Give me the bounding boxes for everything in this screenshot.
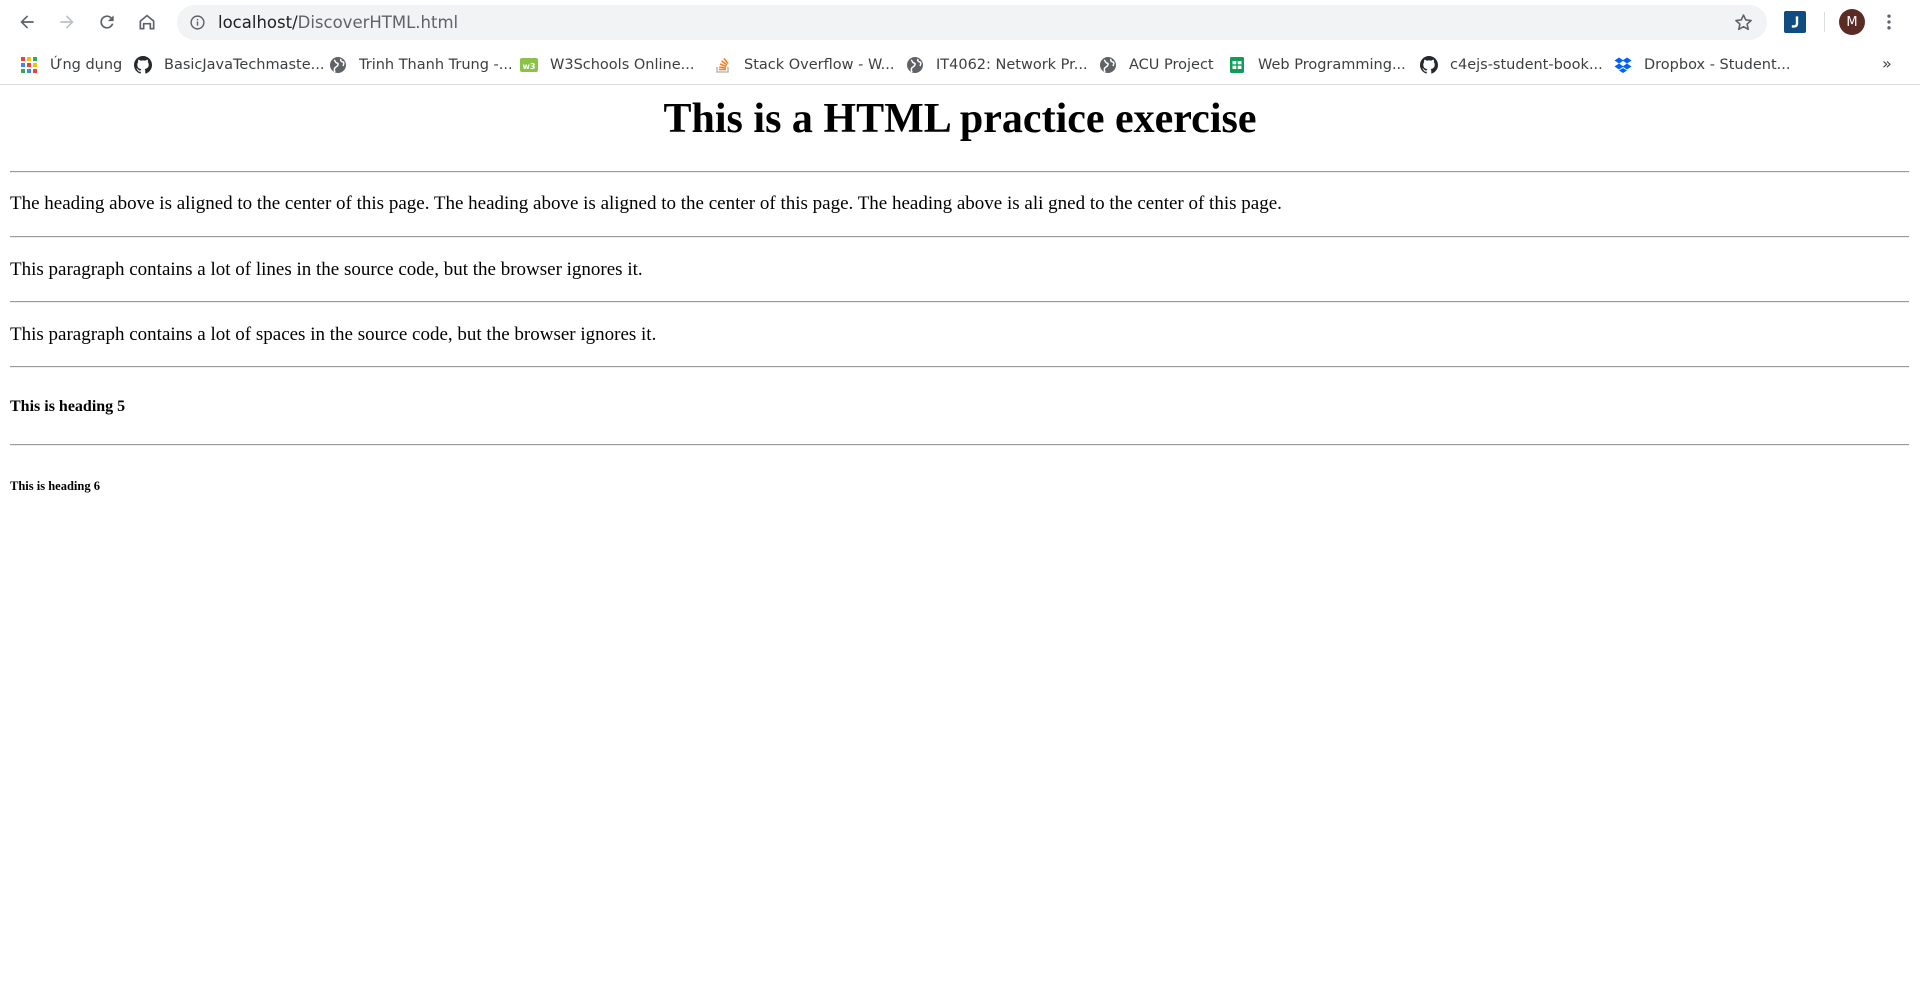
bookmark-label: BasicJavaTechmaste... (164, 57, 325, 73)
horizontal-rule (10, 171, 1909, 173)
dropbox-icon (1614, 56, 1632, 74)
extension-icon[interactable] (1784, 11, 1806, 33)
bookmark-label: ACU Project (1129, 57, 1214, 73)
forward-arrow-icon[interactable] (54, 9, 80, 35)
bookmark-label: Trinh Thanh Trung -... (359, 57, 513, 73)
globe-icon (906, 56, 924, 74)
bookmark-label: Stack Overflow - W... (744, 57, 895, 73)
address-bar[interactable]: localhost/DiscoverHTML.html (177, 5, 1767, 40)
bookmark-label: Web Programming... (1258, 57, 1406, 73)
bookmark-stackoverflow[interactable]: Stack Overflow - W... (714, 52, 894, 78)
bookmark-w3schools[interactable]: w3 W3Schools Online... (520, 52, 694, 78)
url-host: localhost/ (218, 13, 298, 32)
w3schools-icon: w3 (520, 56, 538, 74)
paragraph-spaces: This paragraph contains a lot of spaces … (10, 324, 657, 345)
bookmark-c4ejs[interactable]: c4ejs-student-book... (1420, 52, 1603, 78)
stackoverflow-icon (714, 56, 732, 74)
bookmark-label: Ứng dụng (50, 57, 123, 73)
bookmark-label: c4ejs-student-book... (1450, 57, 1603, 73)
bookmark-acu-project[interactable]: ACU Project (1099, 52, 1214, 78)
bookmarks-overflow-button[interactable]: » (1882, 54, 1892, 73)
back-arrow-icon[interactable] (14, 9, 40, 35)
horizontal-rule (10, 236, 1909, 238)
bookmark-star-icon[interactable] (1733, 12, 1754, 33)
browser-toolbar: localhost/DiscoverHTML.html M (0, 0, 1920, 46)
bookmark-web-programming[interactable]: Web Programming... (1228, 52, 1406, 78)
page-heading: This is a HTML practice exercise (663, 96, 1257, 142)
globe-icon (1099, 56, 1117, 74)
github-icon (134, 56, 152, 74)
heading-5: This is heading 5 (10, 398, 126, 415)
bookmarks-bar: Ứng dụng BasicJavaTechmaste... Trinh Tha… (0, 46, 1920, 85)
more-menu-icon[interactable] (1882, 10, 1896, 34)
svg-text:w3: w3 (523, 62, 536, 71)
horizontal-rule (10, 366, 1909, 368)
apps-grid-icon (20, 56, 38, 74)
page-content: This is a HTML practice exercise The hea… (0, 85, 1920, 988)
bookmark-label: Dropbox - Student... (1644, 57, 1791, 73)
url-path: DiscoverHTML.html (297, 13, 459, 32)
horizontal-rule (10, 301, 1909, 303)
github-icon (1420, 56, 1438, 74)
bookmark-dropbox[interactable]: Dropbox - Student... (1614, 52, 1790, 78)
bookmark-trinh-thanh-trung[interactable]: Trinh Thanh Trung -... (329, 52, 513, 78)
url-text[interactable]: localhost/DiscoverHTML.html (218, 13, 458, 32)
paragraph-centered-heading: The heading above is aligned to the cent… (10, 193, 1282, 214)
toolbar-separator (1824, 12, 1825, 32)
bookmark-apps[interactable]: Ứng dụng (20, 52, 122, 78)
paragraph-lines: This paragraph contains a lot of lines i… (10, 259, 643, 280)
horizontal-rule (10, 444, 1909, 446)
site-info-icon[interactable] (189, 14, 206, 31)
reload-icon[interactable] (94, 9, 120, 35)
globe-icon (329, 56, 347, 74)
bookmark-it4062[interactable]: IT4062: Network Pr... (906, 52, 1088, 78)
google-sheets-icon (1228, 56, 1246, 74)
heading-6: This is heading 6 (10, 479, 100, 493)
bookmark-label: IT4062: Network Pr... (936, 57, 1088, 73)
bookmark-basicjava[interactable]: BasicJavaTechmaste... (134, 52, 325, 78)
profile-avatar[interactable]: M (1839, 9, 1865, 35)
home-icon[interactable] (134, 9, 160, 35)
bookmark-label: W3Schools Online... (550, 57, 695, 73)
